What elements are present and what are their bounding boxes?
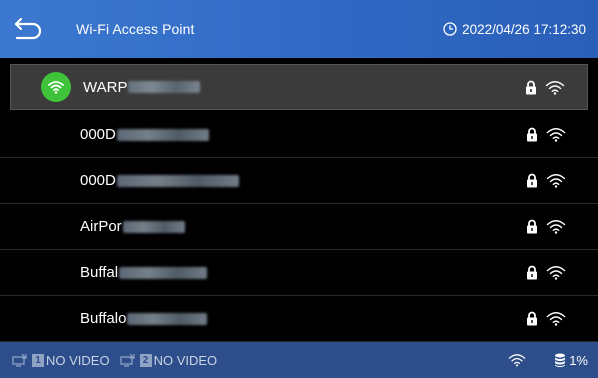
- storage-usage: 1%: [554, 353, 588, 368]
- access-point-row[interactable]: AirPor: [0, 204, 598, 250]
- monitor-icon: [12, 353, 27, 367]
- ap-status-icons: [526, 219, 566, 234]
- redacted-ssid: [119, 266, 208, 279]
- ap-status-icons: [526, 265, 566, 280]
- lock-icon: [526, 80, 536, 94]
- lock-icon: [527, 219, 537, 234]
- back-button[interactable]: [0, 0, 56, 58]
- ssid-label: 000D: [80, 126, 209, 143]
- footer-status-icons: 1%: [508, 353, 588, 368]
- camera-number: 2: [139, 353, 152, 367]
- ap-status-icons: [526, 173, 566, 188]
- ap-status-icons: [526, 311, 566, 326]
- ap-status-icons: [526, 127, 566, 142]
- ap-status-icons: [525, 80, 565, 95]
- redacted-ssid: [116, 174, 239, 187]
- camera-status-text: NO VIDEO: [153, 352, 218, 368]
- monitor-icon: [119, 353, 135, 367]
- wifi-signal-icon: [546, 312, 566, 326]
- ssid-label: Buffalo: [80, 310, 208, 327]
- access-point-list[interactable]: WARP 000D 000D AirPor Buffal Buffalo: [0, 58, 598, 342]
- clock: 2022/04/26 17:12:30: [443, 22, 586, 37]
- datetime-text: 2022/04/26 17:12:30: [462, 21, 586, 37]
- wifi-signal-icon: [545, 80, 565, 95]
- redacted-ssid: [127, 312, 208, 325]
- access-point-row[interactable]: WARP: [10, 64, 588, 110]
- ssid-label: AirPor: [80, 218, 185, 235]
- database-icon: [555, 353, 566, 367]
- status-bar: 1 NO VIDEO 2 NO VIDEO 1%: [0, 342, 598, 378]
- camera-status-text: NO VIDEO: [46, 352, 110, 368]
- lock-icon: [527, 173, 537, 188]
- ssid-label: 000D: [80, 172, 239, 189]
- ssid-label: WARP: [83, 79, 201, 96]
- storage-percent: 1%: [569, 352, 588, 368]
- redacted-ssid: [128, 81, 201, 93]
- wifi-signal-icon: [546, 128, 566, 142]
- page-title: Wi-Fi Access Point: [76, 21, 195, 37]
- lock-icon: [527, 265, 537, 280]
- camera-2-status: 2 NO VIDEO: [119, 352, 218, 368]
- wifi-signal-icon: [546, 266, 566, 280]
- redacted-ssid: [122, 220, 185, 233]
- access-point-row[interactable]: Buffalo: [0, 296, 598, 342]
- clock-icon: [443, 22, 457, 36]
- wifi-signal-icon: [546, 220, 566, 234]
- lock-icon: [527, 127, 537, 142]
- wifi-status-icon: [508, 354, 526, 367]
- back-arrow-icon: [14, 17, 42, 40]
- top-bar: Wi-Fi Access Point 2022/04/26 17:12:30: [0, 0, 598, 58]
- access-point-row[interactable]: 000D: [0, 112, 598, 158]
- camera-number: 1: [32, 353, 44, 367]
- access-point-row[interactable]: 000D: [0, 158, 598, 204]
- ssid-label: Buffal: [80, 264, 208, 281]
- lock-icon: [527, 311, 537, 326]
- camera-1-status: 1 NO VIDEO: [12, 353, 110, 368]
- connected-wifi-icon: [41, 72, 71, 102]
- access-point-row[interactable]: Buffal: [0, 250, 598, 296]
- redacted-ssid: [116, 128, 209, 141]
- wifi-signal-icon: [546, 174, 566, 188]
